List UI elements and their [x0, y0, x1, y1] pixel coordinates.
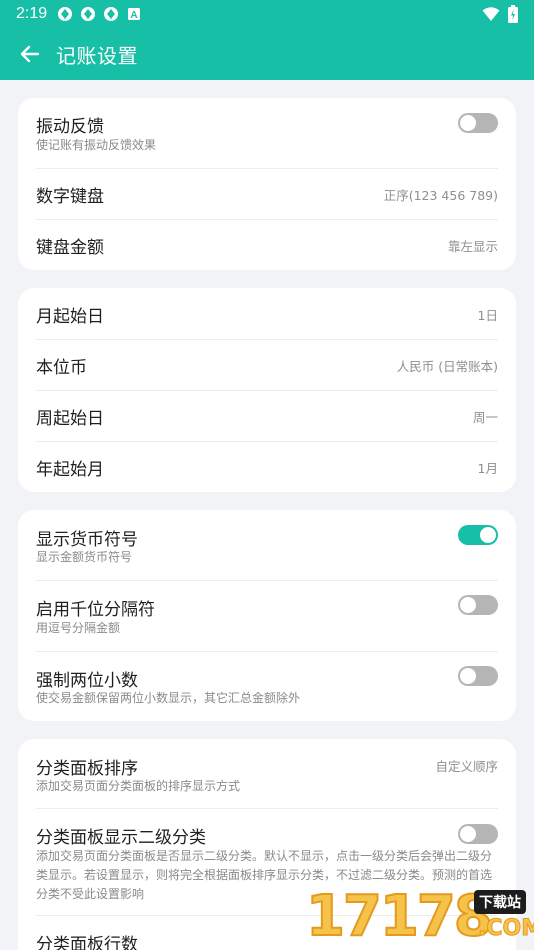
vibration-toggle[interactable] [458, 113, 498, 133]
toggle-knob [460, 668, 476, 684]
setting-value: 周一 [472, 410, 498, 425]
two-decimals-toggle[interactable] [458, 666, 498, 686]
setting-value: 人民币 (日常账本) [396, 359, 498, 374]
back-button[interactable] [18, 42, 42, 66]
setting-subtitle: 用逗号分隔金额 [36, 621, 121, 635]
setting-value: 正序(123 456 789) [383, 188, 498, 203]
battery-icon [508, 5, 518, 23]
status-notification-icons: A [57, 6, 142, 22]
setting-month-start[interactable]: 月起始日 1日 [36, 288, 498, 339]
toggle-knob [460, 597, 476, 613]
setting-title: 本位币 [36, 358, 87, 378]
settings-card-display: 显示货币符号 显示金额货币符号 启用千位分隔符 用逗号分隔金额 强制两位小数 使… [18, 510, 516, 721]
setting-keypad[interactable]: 数字键盘 正序(123 456 789) [36, 169, 498, 219]
svg-text:A: A [131, 10, 138, 21]
setting-title: 月起始日 [36, 307, 104, 327]
setting-subtitle: 添加交易页面分类面板的排序显示方式 [36, 779, 241, 793]
setting-keypad-amount[interactable]: 键盘金额 靠左显示 [36, 220, 498, 270]
setting-subtitle: 使记账有振动反馈效果 [36, 138, 157, 152]
setting-panel-order[interactable]: 分类面板排序 添加交易页面分类面板的排序显示方式 自定义顺序 [36, 739, 498, 808]
setting-subtitle: 使交易金额保留两位小数显示，其它汇总金额除外 [36, 691, 301, 705]
settings-card-period: 月起始日 1日 本位币 人民币 (日常账本) 周起始日 周一 年起始月 1月 [18, 288, 516, 492]
setting-title: 键盘金额 [36, 238, 104, 258]
setting-title: 周起始日 [36, 409, 104, 429]
setting-value: 1日 [477, 308, 498, 323]
page-title: 记账设置 [56, 43, 138, 68]
setting-subtitle: 显示金额货币符号 [36, 550, 133, 564]
toggle-knob [480, 527, 496, 543]
toggle-knob [460, 115, 476, 131]
watermark-digits: 17178 [305, 883, 494, 950]
status-time: 2:19 [16, 5, 48, 22]
setting-title: 分类面板排序 [36, 759, 138, 779]
currency-symbol-toggle[interactable] [458, 525, 498, 545]
setting-value: 靠左显示 [447, 239, 498, 254]
a-badge-icon: A [128, 8, 141, 21]
setting-title: 分类面板显示二级分类 [36, 828, 206, 848]
setting-title: 分类面板行数 [36, 935, 138, 950]
wifi-icon [482, 7, 500, 21]
app-notification-icon [81, 7, 96, 21]
setting-title: 启用千位分隔符 [36, 600, 155, 620]
setting-base-currency[interactable]: 本位币 人民币 (日常账本) [36, 340, 498, 390]
setting-title: 年起始月 [36, 460, 104, 480]
watermark-suffix: .COM [477, 916, 534, 942]
setting-title: 强制两位小数 [36, 671, 138, 691]
app-notification-icon [104, 7, 119, 21]
setting-title: 数字键盘 [36, 187, 104, 207]
toggle-knob [460, 826, 476, 842]
setting-title: 振动反馈 [36, 117, 104, 137]
site-watermark-logo: 17178 下载站 .COM [305, 883, 534, 950]
toolbar: 记账设置 [0, 28, 534, 80]
setting-week-start[interactable]: 周起始日 周一 [36, 391, 498, 441]
status-bar: 2:19 A [0, 0, 534, 28]
setting-title: 显示货币符号 [36, 530, 138, 550]
setting-year-start[interactable]: 年起始月 1月 [36, 442, 498, 492]
settings-card-input: 振动反馈 使记账有振动反馈效果 数字键盘 正序(123 456 789) 键盘金… [18, 98, 516, 270]
watermark-badge: 下载站 [474, 890, 526, 914]
setting-value: 自定义顺序 [435, 759, 498, 774]
status-right-icons [482, 5, 518, 23]
setting-value: 1月 [477, 461, 498, 476]
setting-currency-symbol[interactable]: 显示货币符号 显示金额货币符号 [36, 510, 498, 580]
arrow-left-icon [20, 45, 40, 63]
thousand-separator-toggle[interactable] [458, 595, 498, 615]
app-bar: 2:19 A 记账设置 [0, 0, 534, 80]
panel-subcategory-toggle[interactable] [458, 824, 498, 844]
setting-two-decimals[interactable]: 强制两位小数 使交易金额保留两位小数显示，其它汇总金额除外 [36, 652, 498, 721]
setting-vibration[interactable]: 振动反馈 使记账有振动反馈效果 [36, 98, 498, 168]
app-notification-icon [58, 7, 73, 21]
setting-thousand-separator[interactable]: 启用千位分隔符 用逗号分隔金额 [36, 581, 498, 651]
